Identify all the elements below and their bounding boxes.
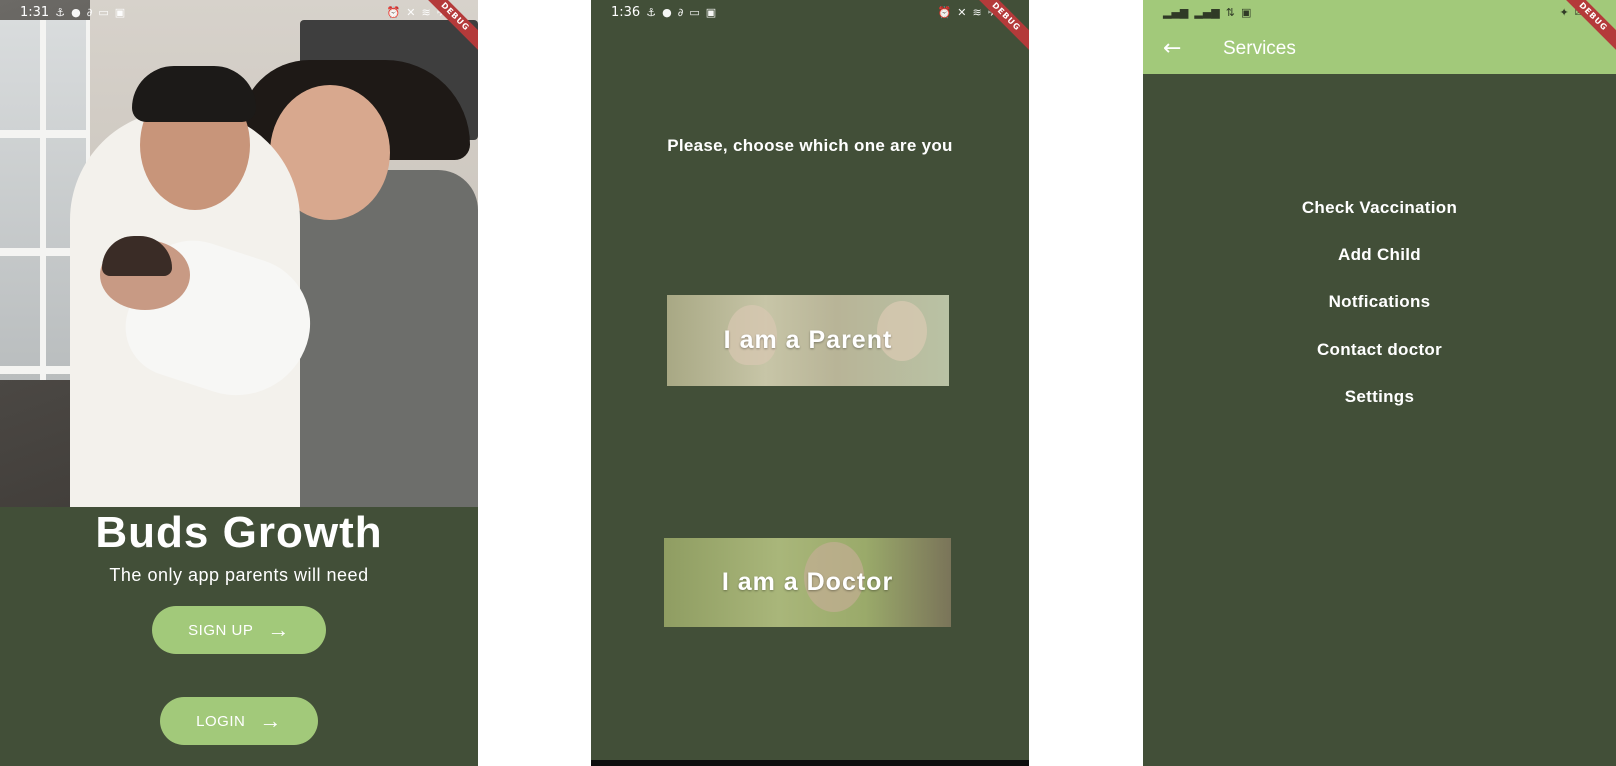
status-time: 1:36 xyxy=(611,4,641,20)
page-title: Services xyxy=(1223,38,1296,59)
signal-icon: ▂▄▆ xyxy=(1194,5,1220,19)
signal-icon: ▂▄▆ xyxy=(1163,5,1189,19)
service-contact-doctor[interactable]: Contact doctor xyxy=(1143,340,1616,360)
service-check-vaccination[interactable]: Check Vaccination xyxy=(1143,198,1616,218)
wifi-icon: ≋ xyxy=(972,5,982,19)
status-bar: 1:31 ⚓ ● ∂ ▭ ▣ ⏰ ✕ ≋ ✈ ▮ xyxy=(0,0,478,24)
service-notifications[interactable]: Notfications xyxy=(1143,292,1616,312)
status-bar: ▂▄▆ ▂▄▆ ⇅ ▣ ✦ ✉ ▮ xyxy=(1143,0,1616,24)
link-icon: ∂ xyxy=(86,5,93,19)
arrow-right-icon: → xyxy=(259,708,282,733)
laptop-icon: ▭ xyxy=(98,5,109,19)
laptop-icon: ▭ xyxy=(689,5,700,19)
link-icon: ∂ xyxy=(677,5,684,19)
wifi-icon: ≋ xyxy=(421,5,431,19)
doctor-role-label: I am a Doctor xyxy=(721,568,894,596)
sign-up-label: SIGN UP xyxy=(188,621,254,639)
login-label: LOGIN xyxy=(196,712,246,730)
parent-role-card[interactable]: I am a Parent xyxy=(667,295,949,386)
status-time: 1:31 xyxy=(20,4,50,20)
notification-icon: ⚓ xyxy=(646,5,657,19)
app-title: Buds Growth xyxy=(95,508,383,557)
twitter-icon: ✦ xyxy=(1559,5,1569,19)
alarm-icon: ⏰ xyxy=(937,5,952,19)
parent-role-label: I am a Parent xyxy=(723,326,893,354)
welcome-screen: 1:31 ⚓ ● ∂ ▭ ▣ ⏰ ✕ ≋ ✈ ▮ DEBUG Buds Grow… xyxy=(0,0,478,766)
family-photo xyxy=(0,0,478,507)
mute-icon: ✕ xyxy=(957,5,967,19)
login-button[interactable]: LOGIN → xyxy=(160,697,318,745)
service-settings[interactable]: Settings xyxy=(1143,387,1616,407)
sign-up-button[interactable]: SIGN UP → xyxy=(152,606,326,654)
chat-icon: ● xyxy=(71,5,81,19)
role-prompt: Please, choose which one are you xyxy=(667,136,953,155)
services-screen: ▂▄▆ ▂▄▆ ⇅ ▣ ✦ ✉ ▮ DEBUG ← Services Check… xyxy=(1143,0,1616,766)
arrow-left-icon[interactable]: ← xyxy=(1163,38,1203,60)
data-icon: ⇅ xyxy=(1225,5,1235,19)
app-tagline: The only app parents will need xyxy=(109,565,369,585)
app-bar: ← Services xyxy=(1143,24,1616,74)
status-bar: 1:36 ⚓ ● ∂ ▭ ▣ ⏰ ✕ ≋ ✈ ▮ xyxy=(591,0,1029,24)
mute-icon: ✕ xyxy=(406,5,416,19)
role-selection-screen: 1:36 ⚓ ● ∂ ▭ ▣ ⏰ ✕ ≋ ✈ ▮ DEBUG Please, c… xyxy=(591,0,1029,766)
doctor-role-card[interactable]: I am a Doctor xyxy=(664,538,951,627)
alarm-icon: ⏰ xyxy=(386,5,401,19)
image-icon: ▣ xyxy=(705,5,717,19)
service-add-child[interactable]: Add Child xyxy=(1143,245,1616,265)
chat-icon: ● xyxy=(662,5,672,19)
image-icon: ▣ xyxy=(1241,5,1252,19)
image-icon: ▣ xyxy=(114,5,126,19)
navigation-bar xyxy=(591,760,1029,766)
notification-icon: ⚓ xyxy=(55,5,66,19)
arrow-right-icon: → xyxy=(267,617,290,642)
